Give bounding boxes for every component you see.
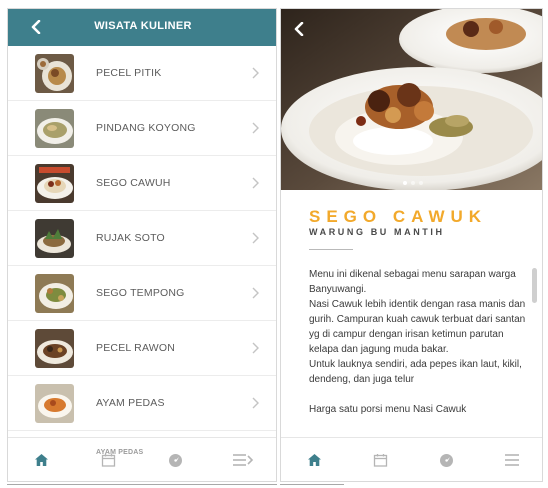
menu-icon: [505, 454, 519, 466]
list-screen: WISATA KULINER PECEL PITIK PINDANG KOYON…: [7, 8, 277, 482]
chevron-right-icon: [252, 397, 259, 409]
detail-screen: SEGO CAWUK WARUNG BU MANTIH Menu ini dik…: [280, 8, 543, 482]
food-photo: [281, 9, 542, 190]
compass-icon: [439, 453, 453, 467]
divider: [280, 484, 344, 485]
description-paragraph: Menu ini dikenal sebagai menu sarapan wa…: [309, 269, 516, 295]
list-item[interactable]: PINDANG KOYONG: [8, 101, 276, 156]
tab-menu[interactable]: [479, 438, 542, 481]
item-label: RUJAK SOTO: [96, 232, 165, 244]
carousel-dots[interactable]: [281, 172, 542, 190]
detail-title: SEGO CAWUK: [309, 207, 488, 226]
list-item[interactable]: PECEL RAWON: [8, 321, 276, 376]
divider: [309, 249, 353, 250]
description-paragraph: Harga satu porsi menu Nasi Cawuk: [309, 404, 467, 415]
item-label: PECEL RAWON: [96, 342, 176, 354]
tab-calendar[interactable]: [75, 438, 142, 481]
scrollbar[interactable]: [532, 268, 537, 303]
chevron-right-icon: [252, 67, 259, 79]
list-item[interactable]: AYAM PEDAS: [8, 376, 276, 431]
food-thumbnail: [35, 219, 74, 258]
list-item[interactable]: RUJAK SOTO: [8, 211, 276, 266]
item-label: PINDANG KOYONG: [96, 122, 196, 134]
tab-explore[interactable]: [142, 438, 209, 481]
item-label: SEGO TEMPONG: [96, 287, 185, 299]
chevron-right-icon: [252, 287, 259, 299]
list-item[interactable]: PECEL PITIK: [8, 46, 276, 101]
calendar-icon: [373, 454, 387, 467]
tab-bar: AYAM PEDAS: [8, 437, 276, 481]
chevron-right-icon: [252, 342, 259, 354]
food-thumbnail: [35, 109, 74, 148]
food-thumbnail: [35, 54, 74, 93]
divider: [7, 484, 277, 485]
tab-menu[interactable]: [209, 438, 276, 481]
food-thumbnail: [35, 384, 74, 423]
item-label: SEGO CAWUH: [96, 177, 171, 189]
food-thumbnail: [35, 274, 74, 313]
description-text: Menu ini dikenal sebagai menu sarapan wa…: [309, 267, 529, 417]
list-item[interactable]: SEGO CAWUH: [8, 156, 276, 211]
carousel-dot[interactable]: [418, 181, 423, 185]
tab-home[interactable]: [281, 438, 347, 481]
chevron-right-icon: [252, 177, 259, 189]
page-title: WISATA KULINER: [94, 20, 192, 32]
item-label: AYAM PEDAS: [96, 397, 165, 409]
item-label: PECEL PITIK: [96, 67, 162, 79]
description-paragraph: Nasi Cawuk lebih identik dengan rasa man…: [309, 299, 526, 355]
compass-icon: [169, 453, 182, 467]
header-bar: WISATA KULINER: [8, 9, 276, 46]
chevron-right-icon: [252, 232, 259, 244]
detail-subtitle: WARUNG BU MANTIH: [309, 227, 445, 237]
list-item[interactable]: SEGO TEMPONG: [8, 266, 276, 321]
back-icon: [294, 22, 304, 36]
food-thumbnail: [35, 329, 74, 368]
home-icon: [35, 454, 48, 466]
description-paragraph: [309, 387, 529, 402]
back-button[interactable]: [289, 18, 309, 40]
tab-explore[interactable]: [413, 438, 479, 481]
tab-home[interactable]: [8, 438, 75, 481]
description-paragraph: Untuk lauknya sendiri, ada pepes ikan la…: [309, 359, 522, 385]
home-icon: [307, 454, 321, 466]
tab-calendar[interactable]: [347, 438, 413, 481]
menu-list: PECEL PITIK PINDANG KOYONG SEGO CAWUH RU…: [8, 46, 276, 431]
chevron-right-icon: [252, 122, 259, 134]
menu-icon: [232, 454, 253, 466]
calendar-icon: [101, 454, 116, 467]
hero-photo[interactable]: [281, 9, 542, 190]
carousel-dot[interactable]: [410, 181, 415, 185]
food-thumbnail: [35, 164, 74, 203]
carousel-dot[interactable]: [402, 181, 407, 185]
tab-bar: [281, 437, 542, 481]
